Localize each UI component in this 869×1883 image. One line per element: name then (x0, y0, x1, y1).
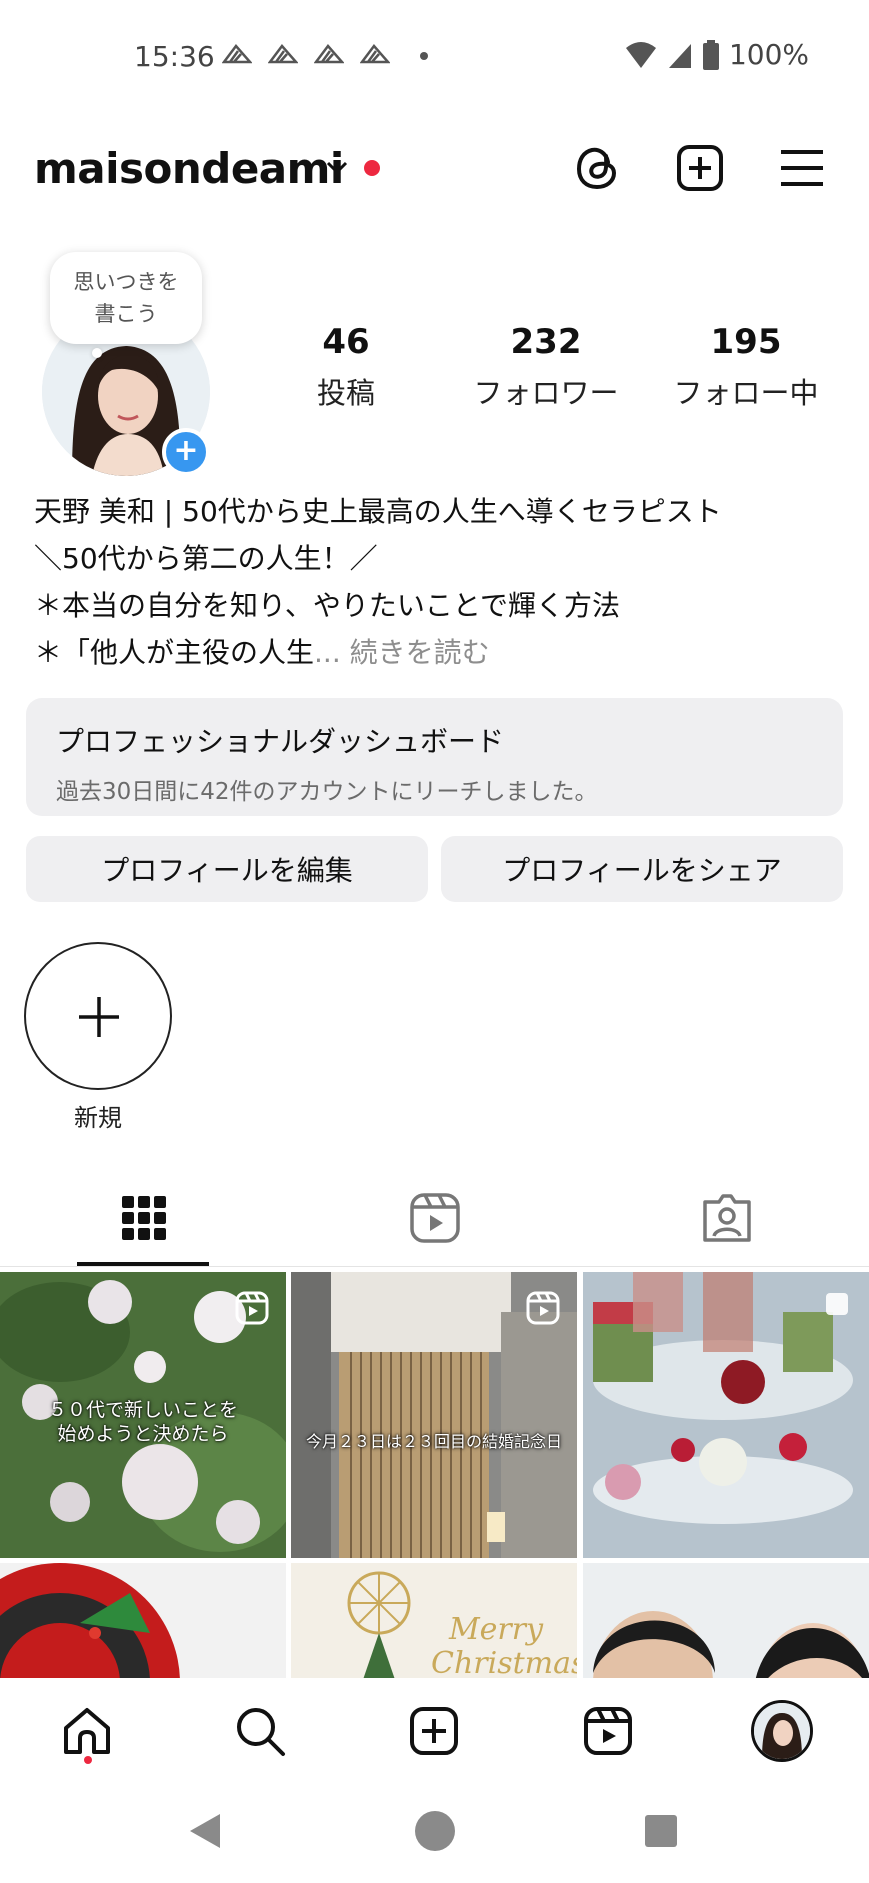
stat-followers[interactable]: 232 フォロワー (466, 322, 626, 412)
reels-icon[interactable] (581, 1704, 635, 1758)
search-icon[interactable] (233, 1704, 287, 1758)
followers-label: フォロワー (473, 376, 619, 410)
dashboard-title: プロフェッショナルダッシュボード (56, 725, 505, 758)
recents-icon[interactable] (644, 1814, 678, 1848)
bio-line: 天野 美和 | 50代から史上最高の人生へ導くセラピスト (34, 495, 722, 528)
share-profile-button[interactable]: プロフィールをシェア (441, 836, 843, 902)
bottom-navigation (0, 1678, 869, 1784)
status-bar: 15:36 100% (0, 0, 869, 112)
grid-post[interactable] (583, 1563, 869, 1678)
following-count: 195 (710, 322, 782, 362)
bio-line: ＼50代から第二の人生！／ (34, 542, 378, 575)
post-image (583, 1563, 869, 1678)
note-placeholder: 書こう (94, 302, 158, 326)
account-username[interactable]: maisondeami (34, 144, 344, 193)
back-icon[interactable] (188, 1812, 222, 1850)
reel-badge-icon (235, 1291, 269, 1325)
system-indicators: 100% (625, 38, 809, 71)
new-highlight-label: 新規 (74, 1104, 122, 1132)
profile-bio: 天野 美和 | 50代から史上最高の人生へ導くセラピスト ＼50代から第二の人生… (34, 488, 834, 676)
battery-percent: 100% (728, 38, 809, 71)
chevron-down-icon[interactable] (322, 156, 352, 180)
bio-line-text: ＊「他人が主役の人生 (34, 636, 315, 669)
notification-icon (360, 44, 390, 64)
status-time: 15:36 (134, 40, 215, 73)
stat-following[interactable]: 195 フォロー中 (666, 322, 826, 412)
wifi-icon (625, 41, 656, 68)
notification-icons (222, 42, 390, 66)
edit-profile-button[interactable]: プロフィールを編集 (26, 836, 428, 902)
reels-tab-icon[interactable] (407, 1190, 463, 1246)
dashboard-subtitle: 過去30日間に42件のアカウントにリーチしました。 (56, 779, 598, 805)
tagged-tab-icon[interactable] (699, 1190, 755, 1246)
posts-grid: ５０代で新しいことを 始めようと決めたら 今月２３日は２３回目の結婚記念日 Me… (0, 1272, 869, 1678)
carousel-badge-icon (826, 1293, 848, 1315)
home-button-icon[interactable] (414, 1810, 456, 1852)
grid-post[interactable] (583, 1272, 869, 1558)
notification-icon (268, 44, 298, 64)
post-caption-line: Christmas (431, 1646, 577, 1679)
profile-avatar-tab[interactable] (751, 1700, 813, 1762)
notification-icon (222, 44, 252, 64)
grid-post[interactable]: 今月２３日は２３回目の結婚記念日 (291, 1272, 577, 1558)
threads-icon[interactable] (572, 142, 624, 194)
grid-post[interactable] (0, 1563, 286, 1678)
post-caption-line: ５０代で新しいことを (47, 1399, 238, 1421)
following-label: フォロー中 (673, 376, 819, 410)
notification-icon (314, 44, 344, 64)
menu-hamburger-icon[interactable] (776, 142, 828, 194)
signal-icon (668, 43, 691, 68)
plus-icon (79, 997, 119, 1037)
grid-icon[interactable] (116, 1190, 172, 1246)
note-bubble[interactable]: 思いつきを 書こう (50, 252, 202, 344)
system-navigation-bar (0, 1784, 869, 1883)
add-story-button[interactable]: + (162, 428, 210, 476)
bio-line: ＊「他人が主役の人生... 続きを読む (34, 629, 834, 676)
post-caption: Merry Christmas (431, 1612, 577, 1679)
create-plus-icon[interactable] (674, 142, 726, 194)
post-caption-line: 始めようと決めたら (57, 1423, 229, 1445)
grid-post[interactable]: Merry Christmas (291, 1563, 577, 1678)
home-notification-dot (84, 1756, 92, 1764)
post-caption-line: Merry (448, 1612, 544, 1647)
post-caption: 今月２３日は２３回目の結婚記念日 (291, 1432, 577, 1452)
battery-icon (702, 39, 719, 70)
more-notifications-dot (420, 52, 428, 60)
note-bubble-tail (92, 348, 102, 358)
professional-dashboard-card[interactable]: プロフェッショナルダッシュボード 過去30日間に42件のアカウントにリーチしまし… (26, 698, 843, 816)
tab-divider (0, 1266, 869, 1267)
home-icon[interactable] (60, 1704, 114, 1758)
stat-posts[interactable]: 46 投稿 (306, 322, 386, 412)
read-more-link[interactable]: ... 続きを読む (314, 636, 490, 669)
followers-count: 232 (510, 322, 582, 362)
notification-dot (364, 160, 380, 176)
bio-line: ＊本当の自分を知り、やりたいことで輝く方法 (34, 589, 621, 622)
posts-count: 46 (322, 322, 370, 362)
post-caption-line: 今月２３日は２３回目の結婚記念日 (305, 1432, 562, 1451)
create-icon[interactable] (407, 1704, 461, 1758)
grid-post[interactable]: ５０代で新しいことを 始めようと決めたら (0, 1272, 286, 1558)
reel-badge-icon (526, 1291, 560, 1325)
avatar-thumb (754, 1703, 810, 1759)
note-placeholder: 思いつきを (73, 270, 179, 294)
profile-header: maisondeami (0, 130, 869, 210)
posts-label: 投稿 (316, 376, 375, 410)
post-image (0, 1563, 286, 1678)
new-highlight-button[interactable] (24, 942, 172, 1090)
post-caption: ５０代で新しいことを 始めようと決めたら (0, 1398, 286, 1446)
